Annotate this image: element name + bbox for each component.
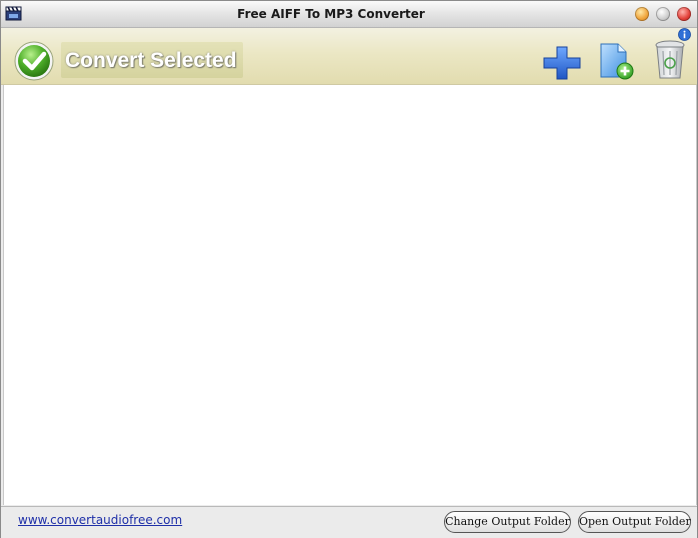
document-add-icon[interactable] bbox=[598, 41, 636, 81]
trash-icon[interactable] bbox=[652, 39, 688, 81]
open-output-folder-button[interactable]: Open Output Folder bbox=[578, 511, 691, 533]
plus-icon[interactable] bbox=[541, 44, 583, 82]
maximize-icon[interactable] bbox=[656, 7, 670, 21]
footer-bar: www.convertaudiofree.com Change Output F… bbox=[1, 506, 697, 538]
app-window: Free AIFF To MP3 Converter Convert Selec bbox=[0, 0, 698, 538]
checkmark-icon bbox=[14, 41, 54, 81]
window-title: Free AIFF To MP3 Converter bbox=[237, 7, 425, 21]
change-output-folder-button[interactable]: Change Output Folder bbox=[444, 511, 571, 533]
close-icon[interactable] bbox=[677, 7, 691, 21]
file-list[interactable] bbox=[3, 85, 697, 505]
toolbar: Convert Selected bbox=[1, 28, 697, 85]
convert-selected-label: Convert Selected bbox=[65, 49, 237, 72]
minimize-icon[interactable] bbox=[635, 7, 649, 21]
title-bar[interactable]: Free AIFF To MP3 Converter bbox=[1, 1, 697, 28]
website-link[interactable]: www.convertaudiofree.com bbox=[18, 513, 182, 527]
convert-selected-button[interactable]: Convert Selected bbox=[11, 39, 243, 81]
